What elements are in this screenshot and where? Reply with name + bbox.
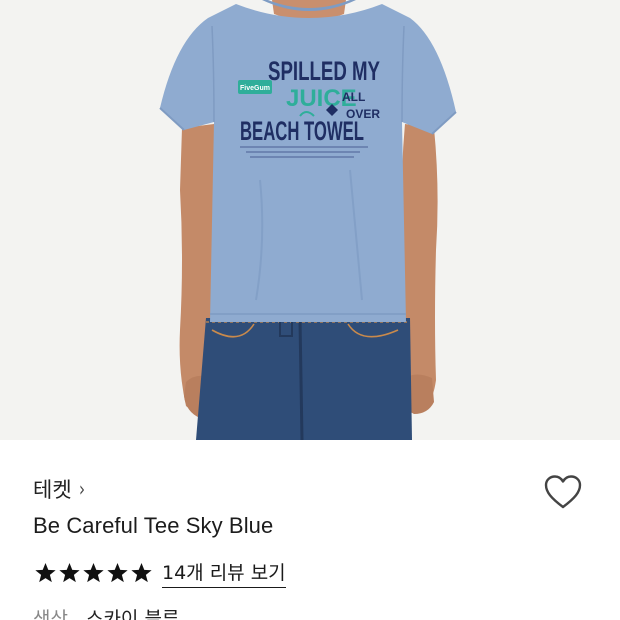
product-title: Be Careful Tee Sky Blue [33, 513, 274, 538]
heart-outline-icon [544, 475, 582, 509]
shirt-print-line3: ALL [342, 90, 365, 104]
shirt-print-line5: BEACH TOWEL [240, 116, 364, 146]
shirt-print-line1: SPILLED MY [268, 56, 380, 86]
star-filled-icon [58, 562, 81, 584]
product-detail-page: SPILLED MY JUICE ALL OVER BEACH TOWEL Fi… [0, 0, 620, 620]
reviews-link[interactable]: 14개 리뷰 보기 [162, 558, 286, 588]
color-row: 색상 스카이 블루 [33, 604, 179, 620]
rating-row: 14개 리뷰 보기 [34, 558, 286, 588]
color-label: 색상 [33, 608, 68, 620]
star-filled-icon [130, 562, 153, 584]
shirt-print-tag: FiveGum [240, 85, 270, 92]
brand-name: 테켓 [33, 478, 72, 502]
star-filled-icon [34, 562, 57, 584]
color-value: 스카이 블루 [85, 608, 180, 620]
star-filled-icon [106, 562, 129, 584]
wishlist-button[interactable] [540, 470, 586, 514]
brand-link[interactable]: 테켓 › [33, 474, 86, 504]
product-image[interactable]: SPILLED MY JUICE ALL OVER BEACH TOWEL Fi… [0, 0, 620, 440]
chevron-right-icon: › [78, 477, 85, 501]
star-filled-icon [82, 562, 105, 584]
rating-stars [34, 562, 153, 584]
